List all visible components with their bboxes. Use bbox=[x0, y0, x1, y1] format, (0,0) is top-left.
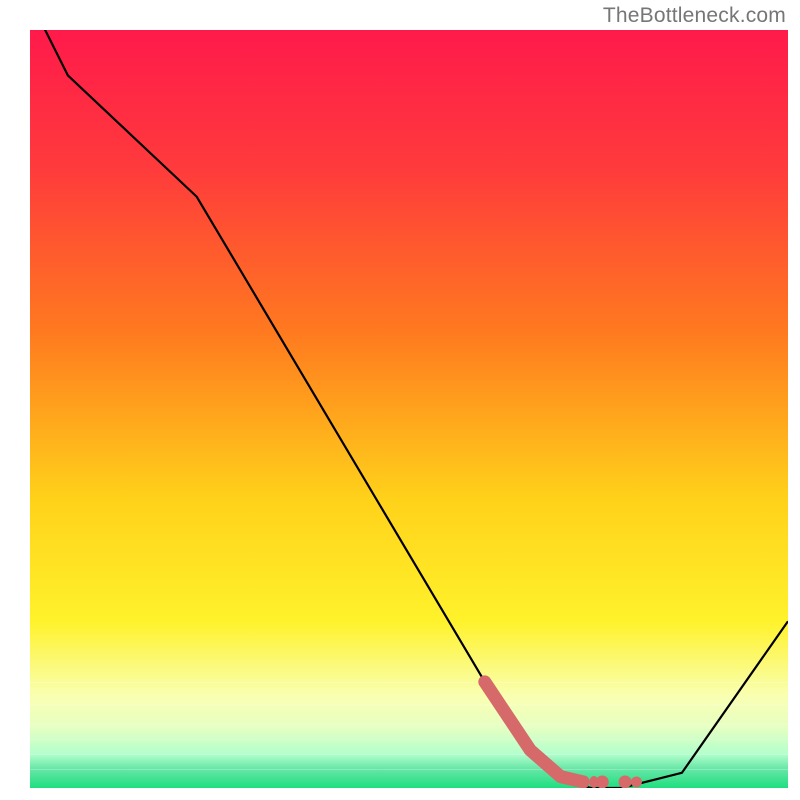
band-line bbox=[30, 754, 788, 755]
band-line bbox=[30, 724, 788, 725]
watermark-text: TheBottleneck.com bbox=[603, 4, 786, 28]
plot-svg bbox=[30, 30, 788, 788]
band-line bbox=[30, 705, 788, 706]
band-line bbox=[30, 682, 788, 683]
highlight-dash bbox=[589, 776, 598, 788]
band-line bbox=[30, 739, 788, 740]
highlight-dot bbox=[631, 776, 642, 787]
plot-area bbox=[30, 30, 788, 788]
band-line bbox=[30, 769, 788, 770]
highlight-dot bbox=[619, 775, 632, 788]
chart-container: TheBottleneck.com bbox=[0, 0, 800, 800]
background-gradient bbox=[30, 30, 788, 788]
